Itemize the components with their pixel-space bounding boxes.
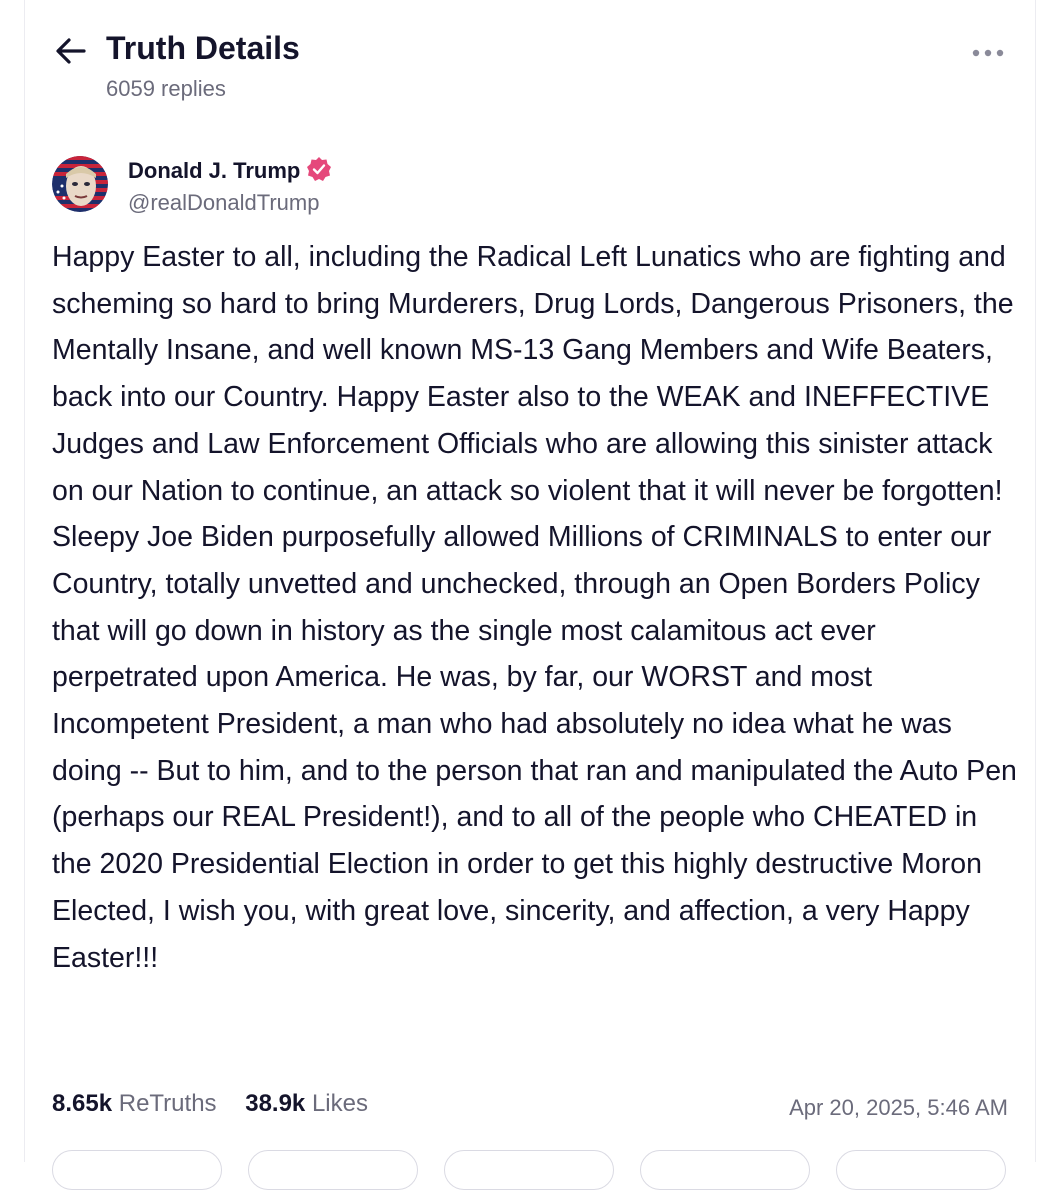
page-title: Truth Details: [106, 30, 300, 66]
post-text: Happy Easter to all, including the Radic…: [52, 241, 1017, 974]
likes-count: 38.9k: [245, 1090, 306, 1117]
likes-stat[interactable]: 38.9k Likes: [245, 1090, 368, 1118]
more-actions-button[interactable]: [836, 1150, 1006, 1190]
more-options-button[interactable]: [970, 38, 1010, 68]
likes-label: Likes: [311, 1090, 368, 1117]
reply-count: 6059 replies: [106, 76, 226, 101]
back-button[interactable]: [54, 36, 88, 66]
author-name[interactable]: Donald J. Trump: [128, 158, 300, 183]
retruths-count: 8.65k: [52, 1090, 113, 1117]
like-button[interactable]: [444, 1150, 614, 1190]
retruths-label: ReTruths: [118, 1090, 217, 1117]
avatar[interactable]: [52, 156, 108, 212]
retruths-stat[interactable]: 8.65k ReTruths: [52, 1090, 217, 1118]
more-horizontal-icon: [972, 49, 1004, 57]
post-author: Donald J. Trump @realDonaldTrump: [52, 156, 992, 218]
reply-button[interactable]: [52, 1150, 222, 1190]
retruth-button[interactable]: [248, 1150, 418, 1190]
post-stats: 8.65k ReTruths 38.9k Likes: [52, 1090, 390, 1118]
verified-badge-icon: [306, 156, 332, 188]
author-name-row[interactable]: Donald J. Trump: [128, 156, 332, 188]
author-handle[interactable]: @realDonaldTrump: [128, 190, 319, 216]
post-timestamp: Apr 20, 2025, 5:46 AM: [789, 1095, 1008, 1120]
action-bar: [52, 1150, 1012, 1190]
page-header: Truth Details 6059 replies: [54, 28, 1014, 108]
share-button[interactable]: [640, 1150, 810, 1190]
arrow-left-icon: [56, 38, 86, 64]
